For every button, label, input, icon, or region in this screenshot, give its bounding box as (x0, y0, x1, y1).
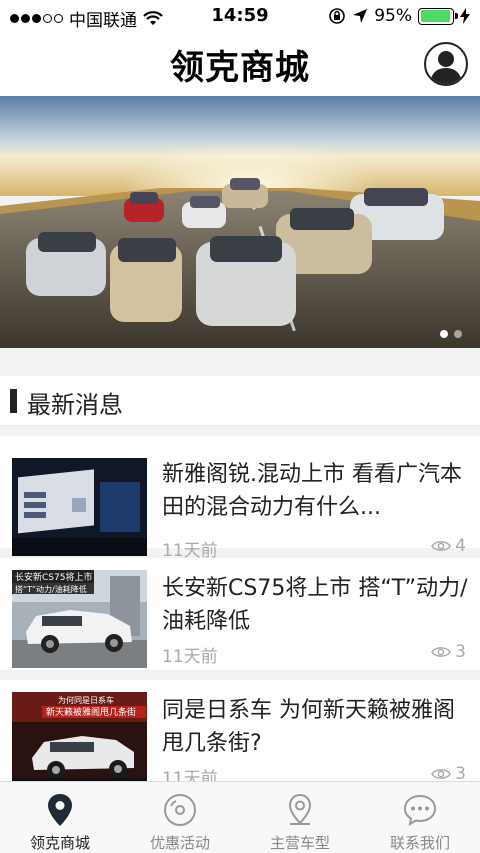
banner-carousel[interactable] (0, 96, 480, 348)
news-views: 4 (431, 536, 466, 556)
chat-bubble-icon (403, 794, 437, 826)
news-view-count: 4 (455, 536, 466, 556)
news-thumbnail: 长安新CS75将上市 搭“T”动力/油耗降低 (12, 570, 147, 668)
status-right: 95% (328, 6, 470, 26)
news-item[interactable]: 新雅阁锐.混动上市 看看广汽本田的混合动力有什么... 11天前 4 (0, 426, 480, 561)
news-view-count: 3 (455, 642, 466, 662)
news-title: 长安新CS75将上市 搭“T”动力/油耗降低 (162, 576, 468, 634)
pager-dot-2[interactable] (454, 330, 462, 338)
pager-dot-1[interactable] (440, 330, 448, 338)
section-marker (10, 389, 17, 413)
location-pin-icon (48, 794, 72, 826)
tab-store[interactable]: 领克商城 (0, 782, 120, 853)
disc-icon (164, 794, 196, 826)
tab-bar: 领克商城 优惠活动 主营车型 联系我们 (0, 781, 480, 853)
eye-icon (431, 647, 451, 657)
rotation-lock-icon (329, 8, 346, 24)
page-title: 领克商城 (170, 48, 310, 88)
charging-bolt-icon (460, 8, 470, 24)
user-avatar-icon[interactable] (424, 42, 468, 86)
news-title: 同是日系车 为何新天籁被雅阁甩几条街? (162, 698, 455, 756)
tab-label: 优惠活动 (149, 834, 210, 852)
thumb-caption-2: 新天籁被雅阁甩几条街 (46, 706, 136, 718)
thumb-caption-2: 搭“T”动力/油耗降低 (15, 584, 87, 594)
thumb-caption-1: 长安新CS75将上市 (15, 571, 92, 583)
map-pin-icon (288, 793, 312, 825)
news-thumbnail: 为何同是日系车 新天籁被雅阁甩几条街 (12, 692, 147, 790)
tab-models[interactable]: 主营车型 (240, 782, 360, 853)
news-thumbnail (12, 458, 147, 556)
carousel-pager[interactable] (440, 330, 462, 338)
thumb-caption-1: 为何同是日系车 (58, 695, 114, 705)
banner-image (0, 96, 480, 348)
news-time: 11天前 (162, 647, 218, 667)
battery-icon (418, 7, 458, 25)
location-arrow-icon (353, 9, 368, 23)
app-screen: 中国联通 14:59 95% 领克商城 最新消息 新雅阁锐.混动上市 看看广汽本… (0, 0, 480, 853)
tab-promotions[interactable]: 优惠活动 (120, 782, 240, 853)
news-item[interactable]: 长安新CS75将上市 搭“T”动力/油耗降低 长安新CS75将上市 搭“T”动力… (0, 558, 480, 680)
tab-contact[interactable]: 联系我们 (360, 782, 480, 853)
tab-label: 领克商城 (29, 834, 90, 852)
nav-bar: 领克商城 (0, 32, 480, 96)
tab-label: 主营车型 (269, 834, 330, 852)
news-views: 3 (431, 642, 466, 662)
section-title: 最新消息 (27, 391, 123, 419)
news-title: 新雅阁锐.混动上市 看看广汽本田的混合动力有什么... (162, 462, 462, 520)
eye-icon (431, 769, 451, 779)
news-list: 新雅阁锐.混动上市 看看广汽本田的混合动力有什么... 11天前 4 长安新CS (0, 426, 480, 802)
battery-percent: 95% (374, 6, 412, 26)
status-bar: 中国联通 14:59 95% (0, 0, 480, 32)
latest-news-header: 最新消息 (0, 376, 480, 426)
eye-icon (431, 541, 451, 551)
tab-label: 联系我们 (389, 834, 450, 852)
